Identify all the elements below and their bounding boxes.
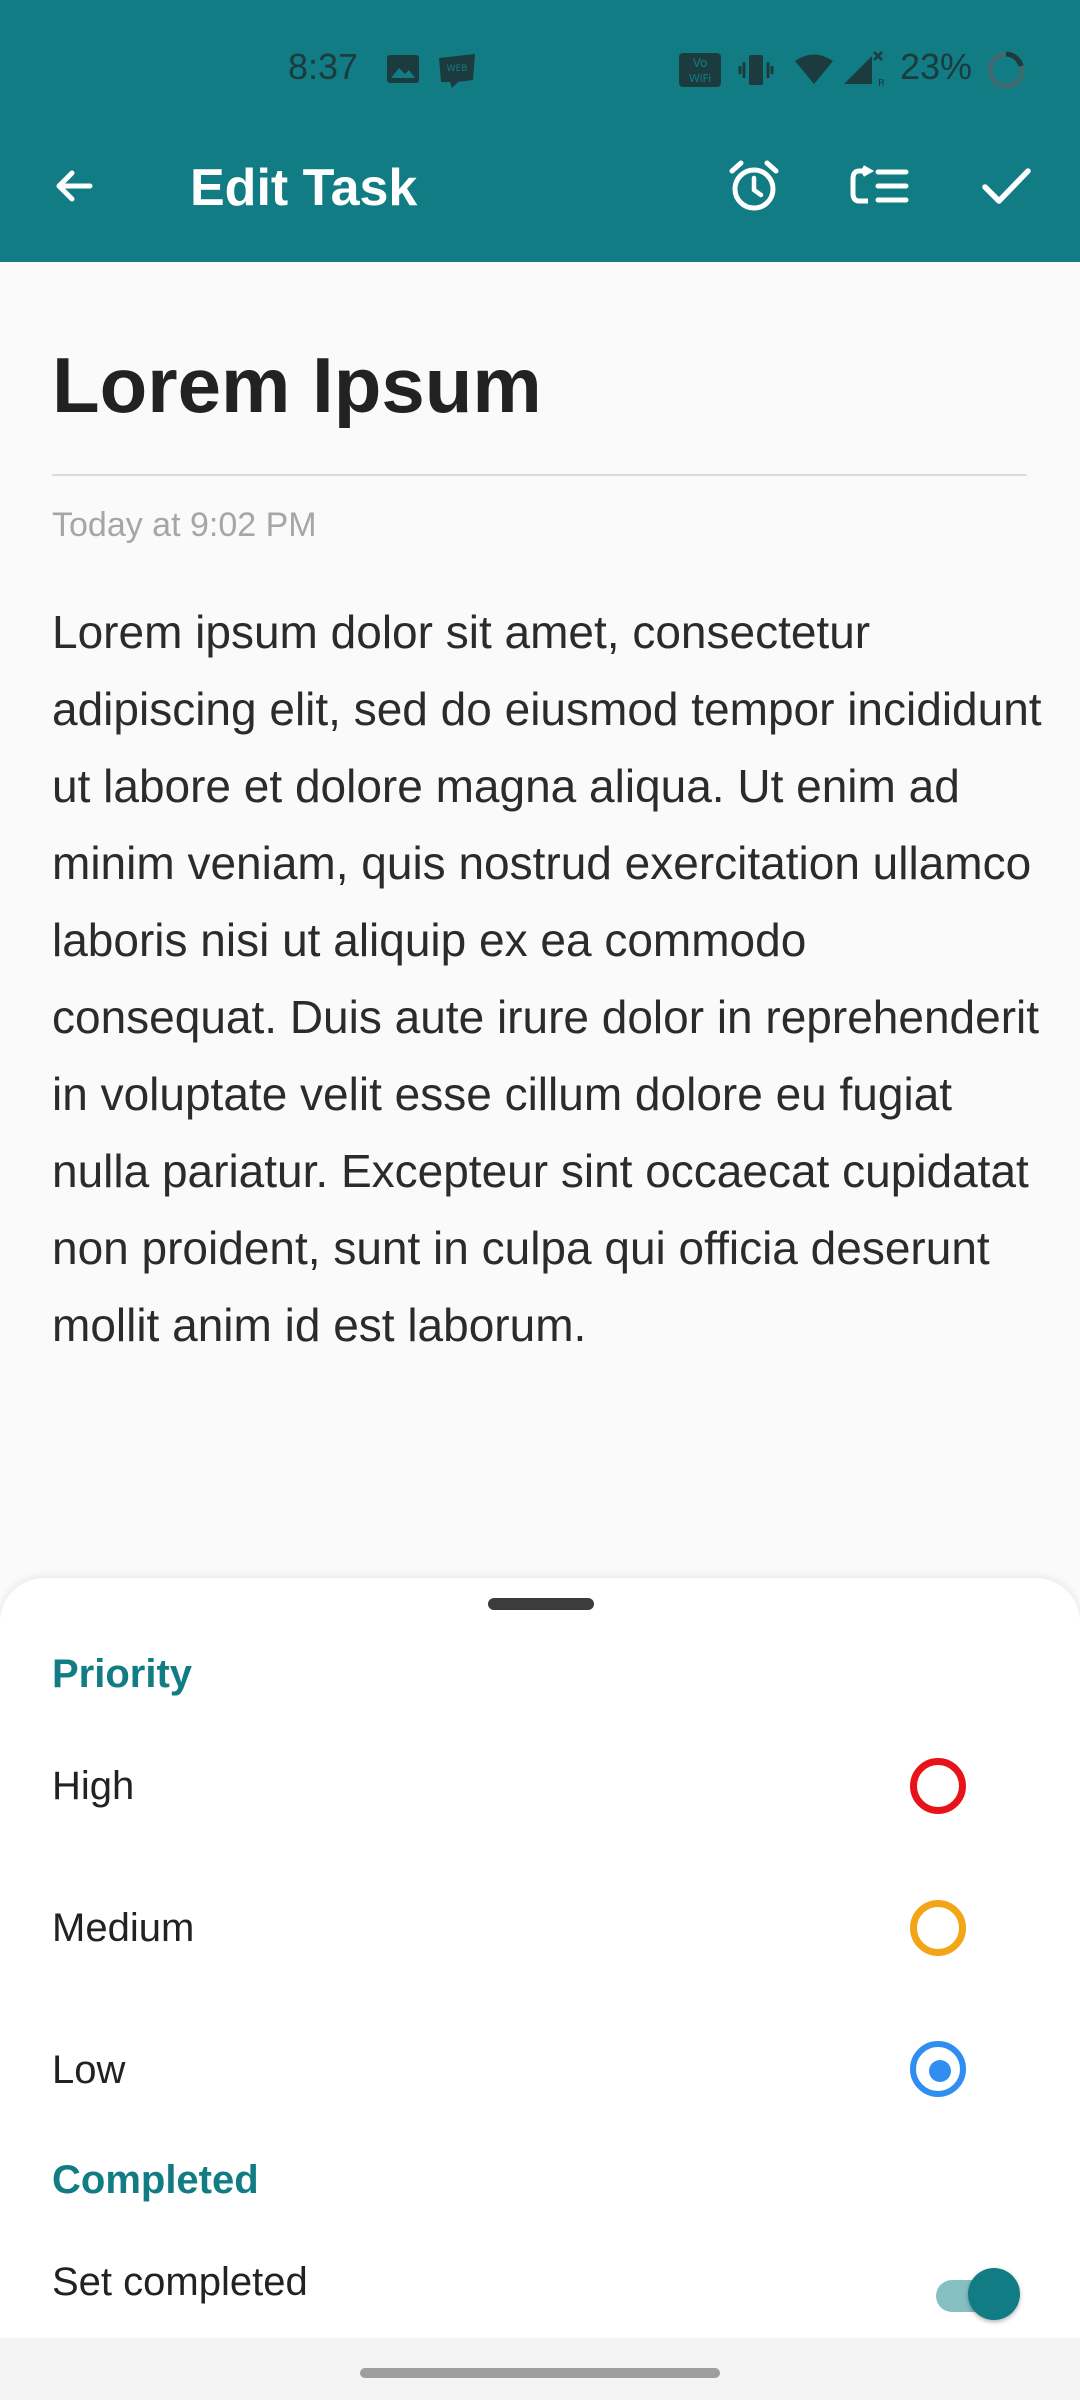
system-nav-bar <box>0 2338 1080 2400</box>
checklist-icon <box>850 162 910 215</box>
task-timestamp: Today at 9:02 PM <box>52 506 317 544</box>
priority-radio-medium[interactable] <box>910 1900 966 1956</box>
priority-label-low: Low <box>52 2048 126 2092</box>
options-bottom-sheet: Priority High Medium Low Completed Set c… <box>0 1578 1080 2338</box>
alarm-button[interactable] <box>716 150 792 226</box>
priority-section-label: Priority <box>52 1652 193 1696</box>
svg-text:WiFi: WiFi <box>689 72 711 85</box>
svg-text:Vo: Vo <box>693 56 708 70</box>
completed-section-label: Completed <box>52 2158 259 2202</box>
image-icon <box>386 54 420 89</box>
priority-radio-high[interactable] <box>910 1758 966 1814</box>
switch-thumb <box>968 2268 1020 2320</box>
checklist-button[interactable] <box>842 150 918 226</box>
alarm-icon <box>726 158 782 219</box>
toolbar-title: Edit Task <box>190 159 418 217</box>
back-button[interactable] <box>36 150 112 226</box>
svg-text:WEB: WEB <box>447 64 468 74</box>
status-time: 8:37 <box>288 46 359 87</box>
priority-label-medium: Medium <box>52 1906 195 1950</box>
set-completed-switch[interactable] <box>936 2266 1020 2326</box>
battery-percent: 23% <box>900 46 973 87</box>
webtoon-icon: WEB <box>436 52 478 93</box>
save-button[interactable] <box>968 150 1044 226</box>
set-completed-label: Set completed <box>52 2260 308 2304</box>
signal-icon: R <box>842 50 885 93</box>
vowifi-icon: Vo WiFi <box>678 52 722 93</box>
check-icon <box>980 160 1032 217</box>
wifi-icon <box>794 54 834 91</box>
app-bar: 8:37 WEB Vo WiFi R 23% Edit Task <box>0 0 1080 262</box>
svg-text:R: R <box>878 78 884 88</box>
back-arrow-icon <box>50 162 98 215</box>
battery-icon <box>986 50 1026 95</box>
status-bar: 8:37 WEB Vo WiFi R 23% <box>0 0 1080 140</box>
priority-radio-low[interactable] <box>910 2041 966 2097</box>
vibrate-icon <box>738 52 774 93</box>
home-gesture-pill[interactable] <box>360 2368 720 2378</box>
task-body-field[interactable]: Lorem ipsum dolor sit amet, consectetur … <box>52 594 1042 1364</box>
title-divider <box>52 474 1027 476</box>
task-title-field[interactable]: Lorem Ipsum <box>52 340 542 431</box>
sheet-drag-handle[interactable] <box>488 1598 594 1610</box>
priority-label-high: High <box>52 1764 135 1808</box>
